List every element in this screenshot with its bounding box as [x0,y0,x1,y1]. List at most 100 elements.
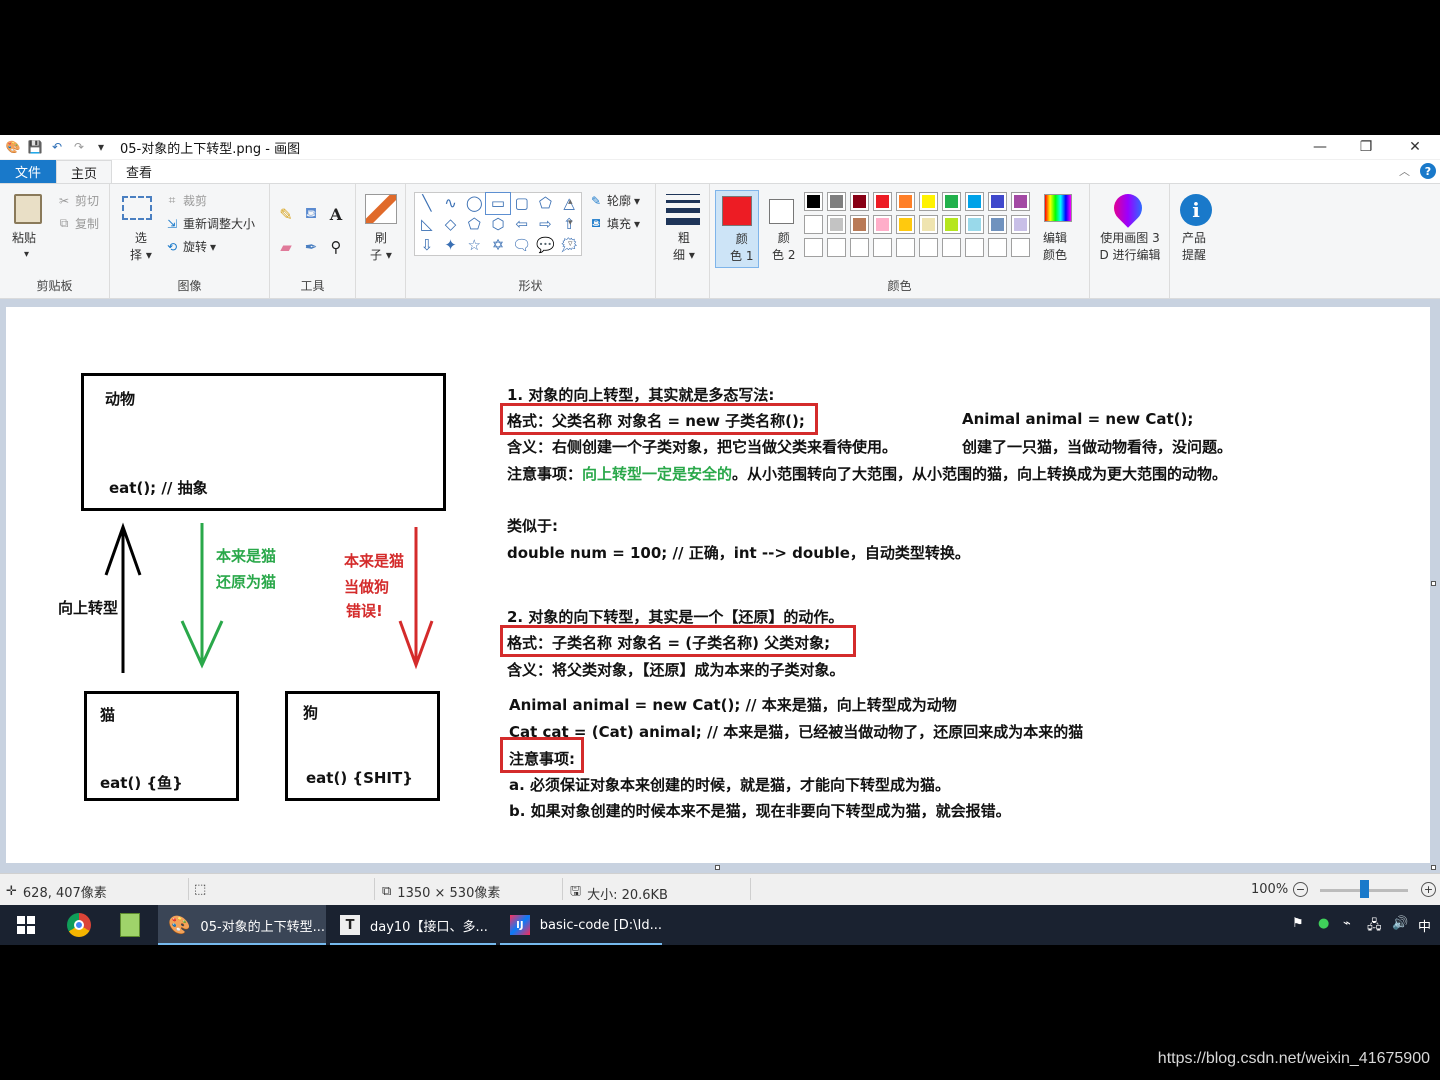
custom-color-swatch[interactable] [896,238,915,257]
crop-button[interactable]: ⌗ 裁剪 [164,192,207,209]
image-canvas[interactable]: 动物 eat(); // 抽象 向上转型 本来是猫 还原为猫 本来是猫 当做狗 … [6,307,1430,863]
edit-colors-button[interactable]: 编辑 颜色 [1043,230,1067,264]
size-button[interactable]: 粗细 ▾ [673,230,695,264]
tab-view[interactable]: 查看 [112,160,166,183]
pentagon-shape-icon[interactable]: ⬠ [462,214,486,235]
notepad-plus-icon[interactable] [116,911,144,939]
redo-icon[interactable]: ↷ [70,138,88,156]
tab-file[interactable]: 文件 [0,160,56,183]
color-swatch[interactable] [873,192,892,211]
color-swatch[interactable] [988,192,1007,211]
resize-button[interactable]: ⇲ 重新调整大小 [164,215,255,232]
color-swatch[interactable] [965,192,984,211]
six-point-star-shape-icon[interactable]: ✡ [486,235,510,256]
eraser-icon[interactable]: ▰ [278,238,294,256]
paste-dropdown-icon[interactable]: ▾ [24,246,29,263]
color-swatch[interactable] [919,192,938,211]
diamond-shape-icon[interactable]: ◇ [439,214,463,235]
paint3d-button[interactable]: 使用画图 3D 进行编辑 [1094,230,1166,264]
color-swatch[interactable] [919,215,938,234]
color-swatch[interactable] [896,192,915,211]
canvas-resize-handle-right[interactable] [1431,581,1436,586]
bookmark-tray-icon[interactable]: ⚑ [1292,916,1304,931]
info-icon[interactable]: i [1180,194,1212,226]
close-button[interactable]: ✕ [1392,135,1438,159]
edit-colors-icon[interactable] [1044,194,1072,222]
paint3d-icon[interactable] [1108,188,1148,228]
oval-callout-shape-icon[interactable]: 💬 [534,235,558,256]
network-tray-icon[interactable]: 🖧 [1367,916,1382,938]
color-swatch[interactable] [1011,215,1030,234]
color1-button[interactable]: 颜色 1 [715,190,759,268]
color-swatch[interactable] [896,215,915,234]
chrome-icon[interactable] [65,911,93,939]
custom-color-swatch[interactable] [965,238,984,257]
restore-button[interactable]: ❐ [1343,135,1389,159]
volume-tray-icon[interactable]: 🔊 [1392,916,1408,931]
paste-icon[interactable] [14,194,42,224]
text-tool-icon[interactable]: A [328,205,344,224]
color-swatch[interactable] [850,192,869,211]
down-arrow-shape-icon[interactable]: ⇩ [415,235,439,256]
shapes-gallery[interactable]: ╲ ∿ ◯ ▭ ▢ ⬠ △ ◺ ◇ ⬠ ⬡ ⇦ ⇨ ⇧ ⇩ ✦ ☆ ✡ 🗨 💬 🗯 [414,192,582,256]
polygon-shape-icon[interactable]: ⬠ [534,193,558,214]
custom-color-swatch[interactable] [1011,238,1030,257]
paint-app-icon[interactable]: 🎨 [4,138,22,156]
undo-icon[interactable]: ↶ [48,138,66,156]
color-swatch[interactable] [942,215,961,234]
help-icon[interactable]: ? [1420,163,1436,179]
green-tray-icon[interactable]: ● [1318,916,1329,931]
select-button[interactable]: 选择 ▾ [130,230,152,264]
canvas-resize-handle-corner[interactable] [1431,865,1436,870]
tab-home[interactable]: 主页 [56,160,113,183]
color-swatch[interactable] [827,192,846,211]
brushes-button[interactable]: 刷子 ▾ [370,230,392,264]
collapse-ribbon-icon[interactable]: ︿ [1399,163,1410,179]
cut-button[interactable]: ✂ 剪切 [56,192,99,209]
taskbar-app-intellij[interactable]: IJ basic-code [D:\Id... [500,905,662,945]
right-arrow-shape-icon[interactable]: ⇨ [534,214,558,235]
rounded-rectangle-shape-icon[interactable]: ▢ [510,193,534,214]
color-picker-icon[interactable]: ✒ [303,238,319,256]
zoom-out-button[interactable]: − [1293,882,1308,897]
line-width-icon[interactable] [666,194,700,225]
zoom-in-button[interactable]: + [1421,882,1436,897]
color-swatch[interactable] [804,192,823,211]
copy-button[interactable]: ⧉ 复制 [56,215,99,232]
rectangle-shape-icon[interactable]: ▭ [485,192,511,215]
color-swatch[interactable] [804,215,823,234]
custom-color-swatch[interactable] [919,238,938,257]
callout-shape-icon[interactable]: 🗨 [510,235,534,256]
custom-color-swatch[interactable] [873,238,892,257]
five-point-star-shape-icon[interactable]: ☆ [462,235,486,256]
color-swatch[interactable] [827,215,846,234]
color-swatch[interactable] [850,215,869,234]
custom-color-swatch[interactable] [827,238,846,257]
custom-color-swatch[interactable] [988,238,1007,257]
usb-tray-icon[interactable]: ⌁ [1343,916,1351,931]
taskbar-app-paint[interactable]: 🎨 05-对象的上下转型... [158,905,326,945]
save-icon[interactable]: 💾 [26,138,44,156]
left-arrow-shape-icon[interactable]: ⇦ [510,214,534,235]
taskbar-app-typora[interactable]: Tday10【接口、多... [330,905,496,945]
paste-button[interactable]: 粘贴 [12,230,36,247]
curve-shape-icon[interactable]: ∿ [439,193,463,214]
brush-icon[interactable] [365,194,397,224]
four-point-star-shape-icon[interactable]: ✦ [439,235,463,256]
start-button[interactable] [12,911,40,939]
color-swatch[interactable] [1011,192,1030,211]
custom-color-swatch[interactable] [804,238,823,257]
minimize-button[interactable]: — [1297,135,1343,159]
canvas-resize-handle-bottom[interactable] [715,865,720,870]
magnifier-icon[interactable]: ⚲ [328,238,344,256]
right-triangle-shape-icon[interactable]: ◺ [415,214,439,235]
customize-quick-access-icon[interactable]: ▾ [92,138,110,156]
color2-button[interactable]: 颜色 2 [762,190,806,268]
hexagon-shape-icon[interactable]: ⬡ [486,214,510,235]
fill-button[interactable]: ⛾ 填充 ▾ [588,215,640,232]
color-swatch[interactable] [965,215,984,234]
shapes-scroll[interactable]: ▴ ▾ ▿ [568,192,573,255]
color-swatch[interactable] [988,215,1007,234]
ime-indicator[interactable]: 中 [1418,916,1431,935]
oval-shape-icon[interactable]: ◯ [462,193,486,214]
